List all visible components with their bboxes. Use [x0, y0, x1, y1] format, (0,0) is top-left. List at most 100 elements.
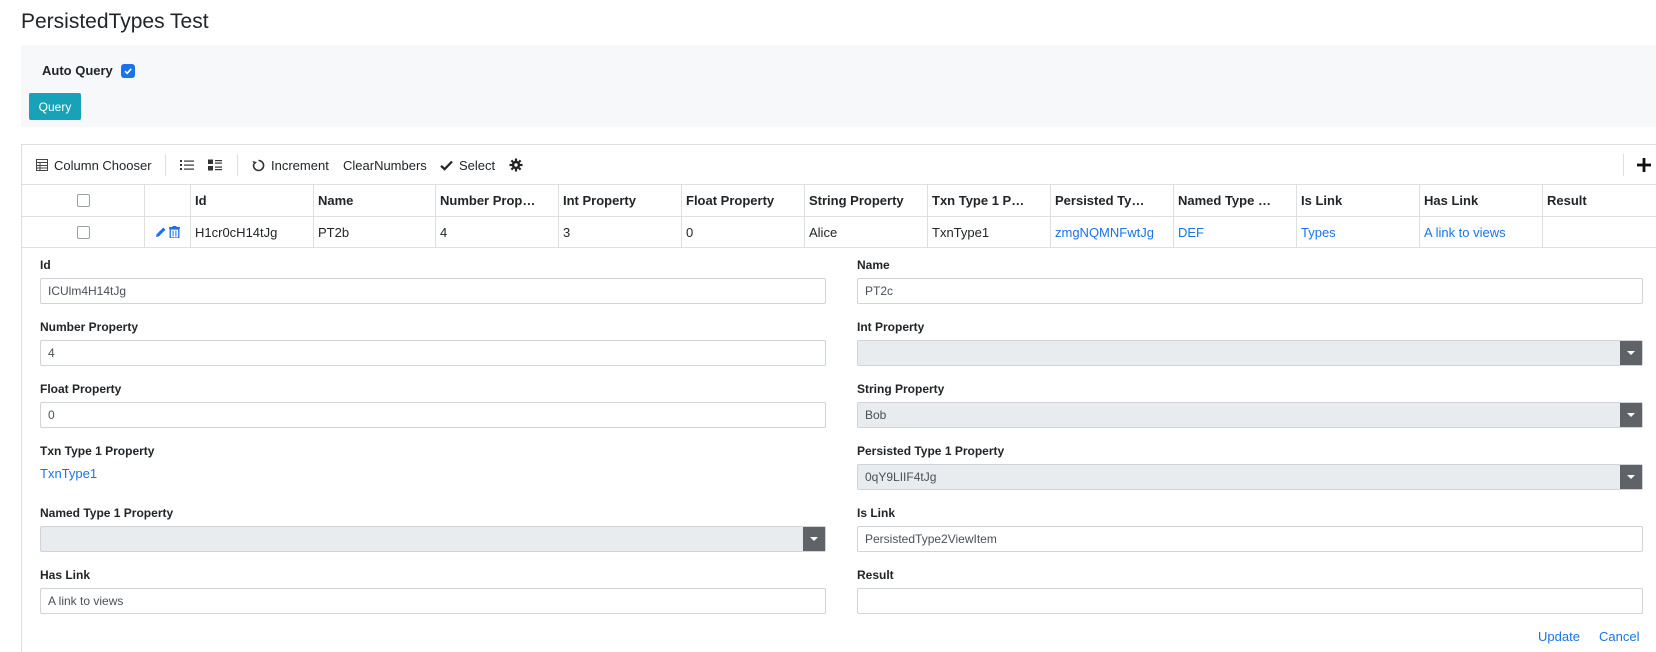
named-field-group: Named Type 1 Property — [40, 506, 826, 552]
header-number-property[interactable]: Number Prop… — [436, 185, 559, 216]
increment-button[interactable]: Increment — [252, 145, 329, 185]
string-field-group: String Property Bob — [857, 382, 1643, 428]
column-chooser-button[interactable]: Column Chooser — [36, 145, 152, 185]
has-link-field[interactable]: A link to views — [40, 588, 826, 614]
toolbar-divider — [165, 154, 166, 176]
header-int-property[interactable]: Int Property — [559, 185, 682, 216]
query-button[interactable]: Query — [29, 93, 81, 120]
edit-pencil-icon[interactable] — [155, 226, 167, 238]
chevron-down-icon[interactable] — [1620, 341, 1642, 365]
float-field-group: Float Property 0 — [40, 382, 826, 428]
cell-persisted-type-link[interactable]: zmgNQMNFwtJg — [1051, 217, 1174, 247]
chevron-down-icon[interactable] — [1620, 403, 1642, 427]
int-label: Int Property — [857, 320, 925, 334]
clear-numbers-button[interactable]: ClearNumbers — [343, 145, 427, 185]
query-panel: Auto Query Query — [21, 45, 1656, 127]
auto-query-checkbox[interactable] — [120, 63, 135, 78]
is-link-label: Is Link — [857, 506, 896, 520]
header-float-property[interactable]: Float Property — [682, 185, 805, 216]
add-row-button[interactable] — [1637, 145, 1651, 185]
row-checkbox[interactable] — [76, 225, 90, 239]
txn-link[interactable]: TxnType1 — [40, 466, 826, 481]
header-name[interactable]: Name — [314, 185, 436, 216]
header-persisted-type[interactable]: Persisted Ty… — [1051, 185, 1174, 216]
chevron-down-icon[interactable] — [1620, 465, 1642, 489]
cell-name: PT2b — [314, 217, 436, 247]
row-actions — [145, 217, 191, 247]
result-field[interactable] — [857, 588, 1643, 614]
header-named-type[interactable]: Named Type … — [1174, 185, 1297, 216]
cell-string-property: Alice — [805, 217, 928, 247]
header-id[interactable]: Id — [191, 185, 314, 216]
auto-query-label: Auto Query — [42, 63, 113, 78]
header-actions — [145, 185, 191, 216]
float-field[interactable]: 0 — [40, 402, 826, 428]
number-label: Number Property — [40, 320, 139, 334]
int-dropdown[interactable] — [857, 340, 1643, 366]
select-button[interactable]: Select — [440, 145, 495, 185]
cell-result — [1543, 217, 1656, 247]
chevron-down-icon[interactable] — [803, 527, 825, 551]
cell-is-link[interactable]: Types — [1297, 217, 1420, 247]
column-chooser-label: Column Chooser — [54, 157, 152, 173]
settings-button[interactable] — [509, 145, 523, 185]
number-field[interactable]: 4 — [40, 340, 826, 366]
string-label: String Property — [857, 382, 945, 396]
float-label: Float Property — [40, 382, 122, 396]
header-txn-type[interactable]: Txn Type 1 P… — [928, 185, 1051, 216]
select-label: Select — [459, 157, 496, 173]
name-field-group: Name PT2c — [857, 258, 1643, 304]
txn-field-group: Txn Type 1 Property TxnType1 — [40, 444, 826, 481]
check-icon — [440, 160, 453, 171]
has-link-field-group: Has Link A link to views — [40, 568, 826, 614]
plus-icon — [1637, 158, 1651, 172]
cell-id: H1cr0cH14tJg — [191, 217, 314, 247]
detail-list-icon — [208, 159, 222, 171]
persisted-dropdown[interactable]: 0qY9LIIF4tJg — [857, 464, 1643, 490]
auto-query[interactable]: Auto Query — [42, 63, 135, 78]
persisted-label: Persisted Type 1 Property — [857, 444, 1005, 458]
named-label: Named Type 1 Property — [40, 506, 174, 520]
delete-trash-icon[interactable] — [169, 226, 180, 238]
persisted-dropdown-value: 0qY9LIIF4tJg — [865, 470, 937, 484]
cell-has-link[interactable]: A link to views — [1420, 217, 1543, 247]
cell-float-property: 0 — [682, 217, 805, 247]
int-field-group: Int Property — [857, 320, 1643, 366]
detail-view-button[interactable] — [208, 145, 222, 185]
header-result[interactable]: Result — [1543, 185, 1656, 216]
persisted-field-group: Persisted Type 1 Property 0qY9LIIF4tJg — [857, 444, 1643, 490]
header-has-link[interactable]: Has Link — [1420, 185, 1543, 216]
string-dropdown-value: Bob — [865, 408, 887, 422]
is-link-field[interactable]: PersistedType2ViewItem — [857, 526, 1643, 552]
select-all-cell[interactable] — [22, 185, 145, 216]
id-label: Id — [40, 258, 51, 272]
list-view-button[interactable] — [180, 145, 194, 185]
gear-icon — [509, 158, 523, 172]
grid-header-row: Id Name Number Prop… Int Property Float … — [22, 185, 1656, 217]
row-select-cell[interactable] — [22, 217, 145, 247]
header-is-link[interactable]: Is Link — [1297, 185, 1420, 216]
grid-toolbar: Column Chooser Increment ClearNumbers Se… — [22, 145, 1656, 185]
refresh-icon — [252, 159, 265, 172]
string-dropdown[interactable]: Bob — [857, 402, 1643, 428]
update-link[interactable]: Update — [1538, 629, 1580, 644]
result-label: Result — [857, 568, 894, 582]
increment-label: Increment — [271, 157, 329, 173]
is-link-field-group: Is Link PersistedType2ViewItem — [857, 506, 1643, 552]
id-field[interactable]: ICUlm4H14tJg — [40, 278, 826, 304]
select-all-checkbox[interactable] — [76, 194, 90, 207]
name-label: Name — [857, 258, 890, 272]
result-field-group: Result — [857, 568, 1643, 614]
table-row[interactable]: H1cr0cH14tJg PT2b 4 3 0 Alice TxnType1 z… — [22, 217, 1656, 248]
toolbar-divider — [1623, 154, 1624, 176]
clear-numbers-label: ClearNumbers — [343, 157, 427, 173]
header-string-property[interactable]: String Property — [805, 185, 928, 216]
check-icon — [124, 67, 132, 74]
id-field-group: Id ICUlm4H14tJg — [40, 258, 826, 304]
toolbar-divider — [237, 154, 238, 176]
named-dropdown[interactable] — [40, 526, 826, 552]
cell-named-type-link[interactable]: DEF — [1174, 217, 1297, 247]
cell-number-property: 4 — [436, 217, 559, 247]
cancel-link[interactable]: Cancel — [1599, 629, 1639, 644]
name-field[interactable]: PT2c — [857, 278, 1643, 304]
